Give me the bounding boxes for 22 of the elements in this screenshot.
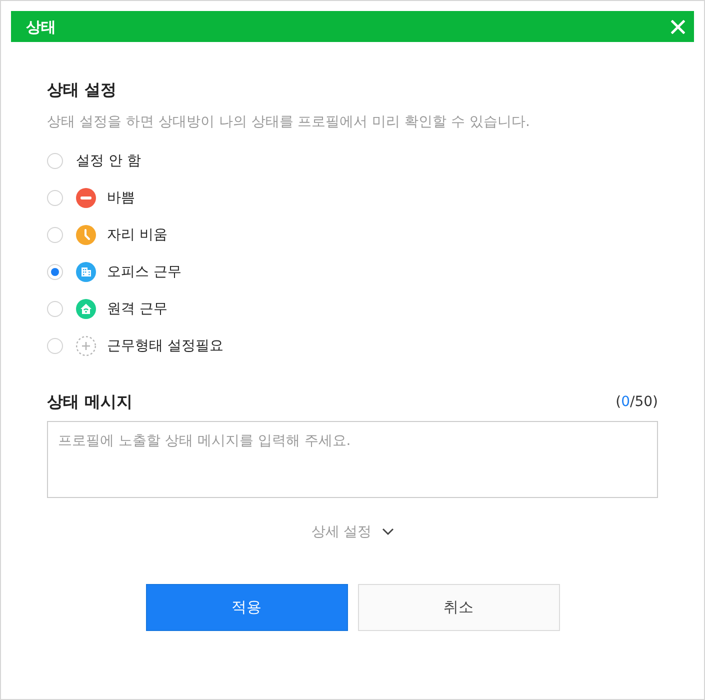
radio-button[interactable] [47,264,63,280]
option-label[interactable]: 자리 비움 [107,224,168,244]
radio-button[interactable] [47,190,63,206]
option-label[interactable]: 바쁨 [107,188,135,208]
option-label[interactable]: 오피스 근무 [107,262,182,282]
window-title: 상태 [26,16,56,36]
section-title: 상태 메시지 [47,392,133,412]
apply-button[interactable]: 적용 [146,584,348,631]
radio-button[interactable] [47,226,63,242]
option-label[interactable]: 근무형태 설정필요 [107,336,224,356]
section-description: 상태 설정을 하면 상대방이 나의 상태를 프로필에서 미리 확인할 수 있습니다. [47,113,531,132]
message-field[interactable]: 프로필에 노출할 상태 메시지를 입력해 주세요. [47,421,658,498]
option-label[interactable]: 원격 근무 [107,298,168,318]
character-counter: (0/50) [616,393,658,412]
radio-button[interactable] [47,338,63,354]
section-title: 상태 설정 [47,80,118,100]
radio-button[interactable] [47,300,63,316]
close-button[interactable] [671,20,685,34]
cancel-button[interactable]: 취소 [358,584,560,631]
radio-button[interactable] [47,152,63,168]
option-label[interactable]: 설정 안 함 [76,150,141,170]
close-icon [671,20,685,34]
